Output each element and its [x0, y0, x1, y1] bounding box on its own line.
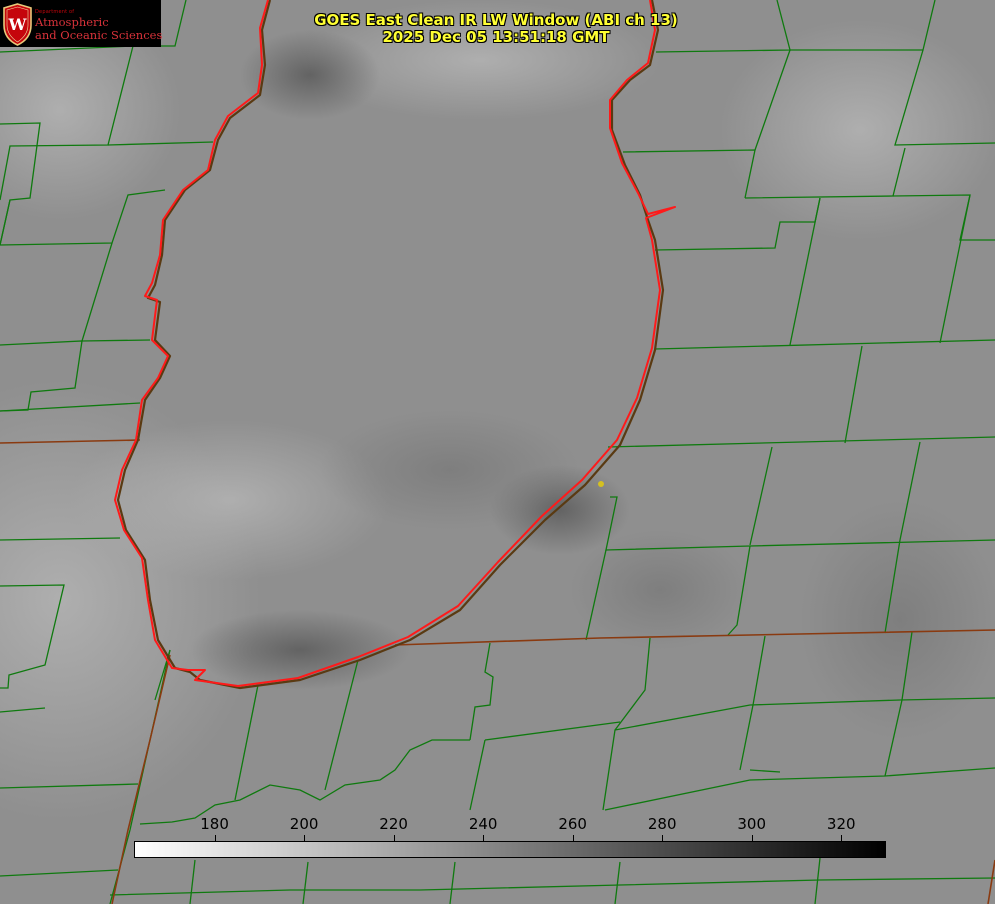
colorbar-tick-label: 260 — [558, 815, 587, 833]
colorbar-tick-mark — [662, 835, 664, 841]
satellite-image-viewer: W Department of Atmospheric and Oceanic … — [0, 0, 995, 904]
dark-region — [320, 410, 580, 530]
colorbar-tick-label: 200 — [289, 815, 319, 833]
crest-icon: W — [3, 3, 32, 46]
ir-map — [0, 0, 995, 904]
colorbar-tick-label: 220 — [379, 815, 408, 833]
svg-text:W: W — [8, 15, 28, 34]
colorbar-tick-mark — [572, 835, 574, 841]
colorbar-tick-mark — [841, 835, 843, 841]
bright-region — [720, 20, 995, 240]
colorbar-tick-label: 320 — [826, 815, 856, 833]
colorbar-tick-mark — [393, 835, 395, 841]
colorbar-tick-mark — [304, 835, 306, 841]
location-marker — [598, 481, 604, 487]
colorbar-tick-label: 240 — [468, 815, 498, 833]
colorbar-tick-mark — [214, 835, 216, 841]
colorbar-tick-label: 180 — [200, 815, 229, 833]
colorbar-tick-label: 280 — [647, 815, 677, 833]
colorbar-tick-label: 300 — [737, 815, 767, 833]
logo-title-line1: Atmospheric — [35, 15, 109, 29]
dark-region — [800, 500, 995, 740]
colorbar — [134, 841, 886, 858]
colorbar-tick-mark — [751, 835, 753, 841]
logo-title-line2: and Oceanic Sciences — [35, 28, 163, 42]
colorbar-tick-mark — [483, 835, 485, 841]
aos-logo: W Department of Atmospheric and Oceanic … — [0, 0, 163, 47]
